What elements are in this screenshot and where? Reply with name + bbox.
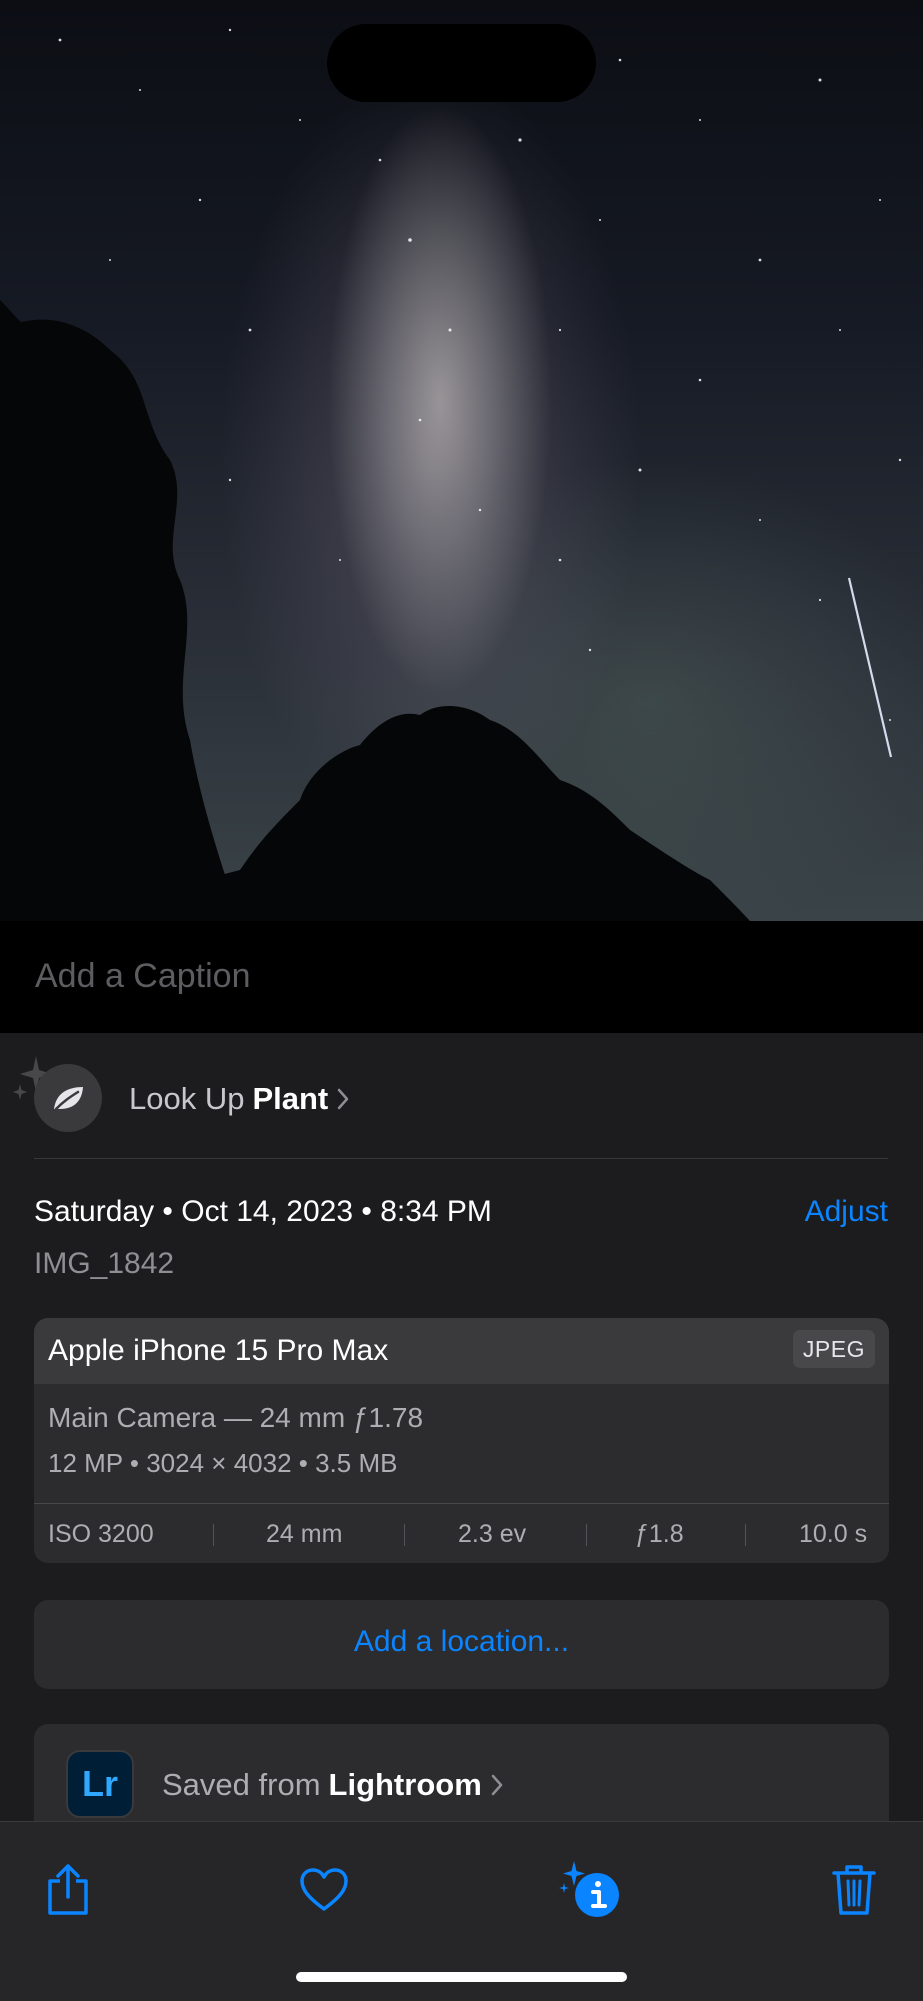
camera-info-card: Apple iPhone 15 Pro Max JPEG Main Camera… [34, 1318, 889, 1563]
divider [34, 1158, 888, 1159]
exif-separator [586, 1524, 587, 1546]
delete-button[interactable] [814, 1850, 894, 1930]
source-prefix: Saved from [162, 1767, 321, 1802]
adjust-button[interactable]: Adjust [805, 1195, 888, 1229]
dynamic-island [327, 24, 596, 102]
heart-icon [300, 1868, 348, 1911]
caption-placeholder[interactable]: Add a Caption [35, 957, 251, 996]
info-sparkle-icon [559, 1861, 619, 1917]
exif-row: ISO 3200 24 mm 2.3 ev ƒ1.8 10.0 s [34, 1504, 889, 1563]
favorite-button[interactable] [284, 1850, 364, 1930]
device-name: Apple iPhone 15 Pro Max [48, 1334, 389, 1367]
share-button[interactable] [28, 1850, 108, 1930]
source-label[interactable]: Saved from Lightroom [162, 1767, 504, 1803]
exif-separator [213, 1524, 214, 1546]
exif-exposure-value: 2.3 ev [458, 1520, 527, 1548]
source-app-name: Lightroom [328, 1767, 482, 1802]
format-badge: JPEG [792, 1330, 875, 1368]
share-icon [48, 1864, 88, 1915]
camera-card-header: Apple iPhone 15 Pro Max JPEG [34, 1318, 889, 1384]
capture-date: Saturday • Oct 14, 2023 • 8:34 PM [34, 1195, 492, 1228]
exif-shutter-speed: 10.0 s [799, 1520, 868, 1548]
image-specs: 12 MP • 3024 × 4032 • 3.5 MB [48, 1448, 398, 1478]
photo-content [0, 28, 902, 921]
exif-focal-length: 24 mm [266, 1520, 343, 1548]
trash-icon [832, 1865, 876, 1915]
add-location-label: Add a location... [353, 1625, 570, 1658]
exif-separator [745, 1524, 746, 1546]
add-location-button[interactable]: Add a location... [34, 1600, 889, 1689]
exif-aperture: ƒ1.8 [635, 1520, 684, 1548]
home-indicator [296, 1972, 627, 1982]
lookup-label[interactable]: Look Up Plant [129, 1081, 350, 1117]
exif-iso: ISO 3200 [48, 1520, 154, 1548]
info-button[interactable] [551, 1850, 631, 1930]
file-name: IMG_1842 [34, 1247, 175, 1280]
exif-separator [404, 1524, 405, 1546]
lookup-subject: Plant [252, 1081, 329, 1116]
lookup-prefix: Look Up [129, 1081, 245, 1116]
chevron-right-icon [491, 1774, 503, 1796]
photo-view[interactable] [0, 0, 923, 921]
lightroom-icon: Lr [66, 1750, 134, 1818]
lens-info: Main Camera — 24 mm ƒ1.78 [48, 1402, 424, 1433]
leaf-icon [34, 1064, 102, 1132]
chevron-right-icon [338, 1088, 349, 1110]
